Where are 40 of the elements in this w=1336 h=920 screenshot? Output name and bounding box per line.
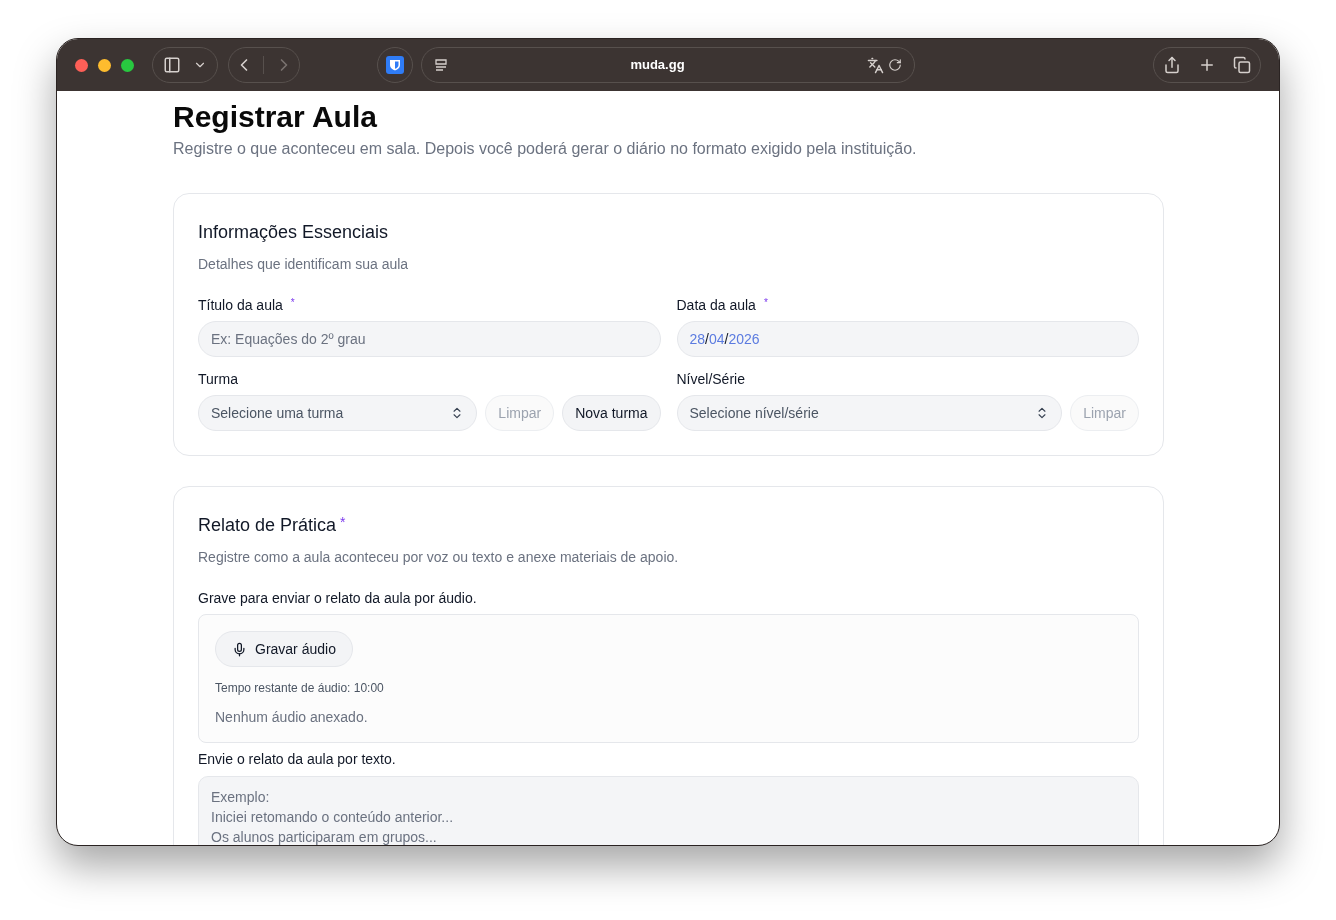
audio-status: Nenhum áudio anexado.: [215, 708, 369, 727]
url-text: muda.gg: [629, 56, 686, 75]
share-icon[interactable]: [1162, 56, 1181, 74]
close-window-button[interactable]: [75, 58, 88, 72]
field-label: Nível/Série: [676, 370, 745, 389]
translate-icon[interactable]: [867, 56, 884, 74]
text-label: Envie o relato da aula por texto.: [198, 750, 397, 769]
audio-label: Grave para enviar o relato da aula por áudio.: [198, 589, 478, 608]
sidebar-icon: [163, 56, 181, 74]
field-label: Turma: [198, 370, 238, 389]
required-mark: *: [340, 513, 346, 531]
required-mark: *: [290, 296, 295, 310]
field-label: Título da aula: [198, 296, 283, 315]
page-subtitle: Registre o que aconteceu em sala. Depois você poderá gerar o diário no formato exigido pela instituição.: [173, 139, 918, 159]
placeholder-line: Iniciei retomando o conteúdo anterior...: [211, 808, 455, 827]
placeholder-line: Os alunos participaram em grupos...: [211, 828, 438, 845]
field-label: Data da aula: [676, 296, 756, 315]
card-title: Relato de Prática: [198, 514, 337, 537]
title-input[interactable]: Ex: Equações do 2º grau: [198, 321, 661, 357]
select-field[interactable]: Selecione nível/série: [676, 395, 1063, 431]
card-description: Detalhes que identificam sua aula: [198, 255, 410, 274]
record-audio-button[interactable]: Gravar áudio: [215, 631, 353, 667]
reload-icon[interactable]: [888, 58, 902, 72]
tabs-icon[interactable]: [1233, 56, 1252, 74]
new-tab-icon[interactable]: [1198, 56, 1216, 74]
text-area[interactable]: Exemplo: Iniciei retomando o conteúdo anterior... Os alunos participaram em grupos...: [198, 776, 1139, 845]
shield-icon: [386, 56, 404, 74]
new-class-button[interactable]: Nova turma: [562, 395, 661, 431]
minimize-window-button[interactable]: [98, 58, 111, 72]
remaining-time: Tempo restante de áudio: 10:00: [215, 680, 385, 697]
date-input[interactable]: 28/04/2026: [676, 321, 1139, 357]
select-field[interactable]: Selecione uma turma: [198, 395, 478, 431]
card-description: Registre como a aula aconteceu por voz ou texto e anexe materiais de apoio.: [198, 548, 680, 567]
card-title: Informações Essenciais: [198, 221, 390, 244]
required-mark: *: [763, 296, 768, 310]
reader-icon: [434, 58, 448, 72]
page-title: Registrar Aula: [173, 99, 378, 135]
microphone-icon: [232, 641, 247, 657]
placeholder-line: Exemplo:: [211, 788, 271, 807]
zoom-window-button[interactable]: [121, 58, 134, 72]
